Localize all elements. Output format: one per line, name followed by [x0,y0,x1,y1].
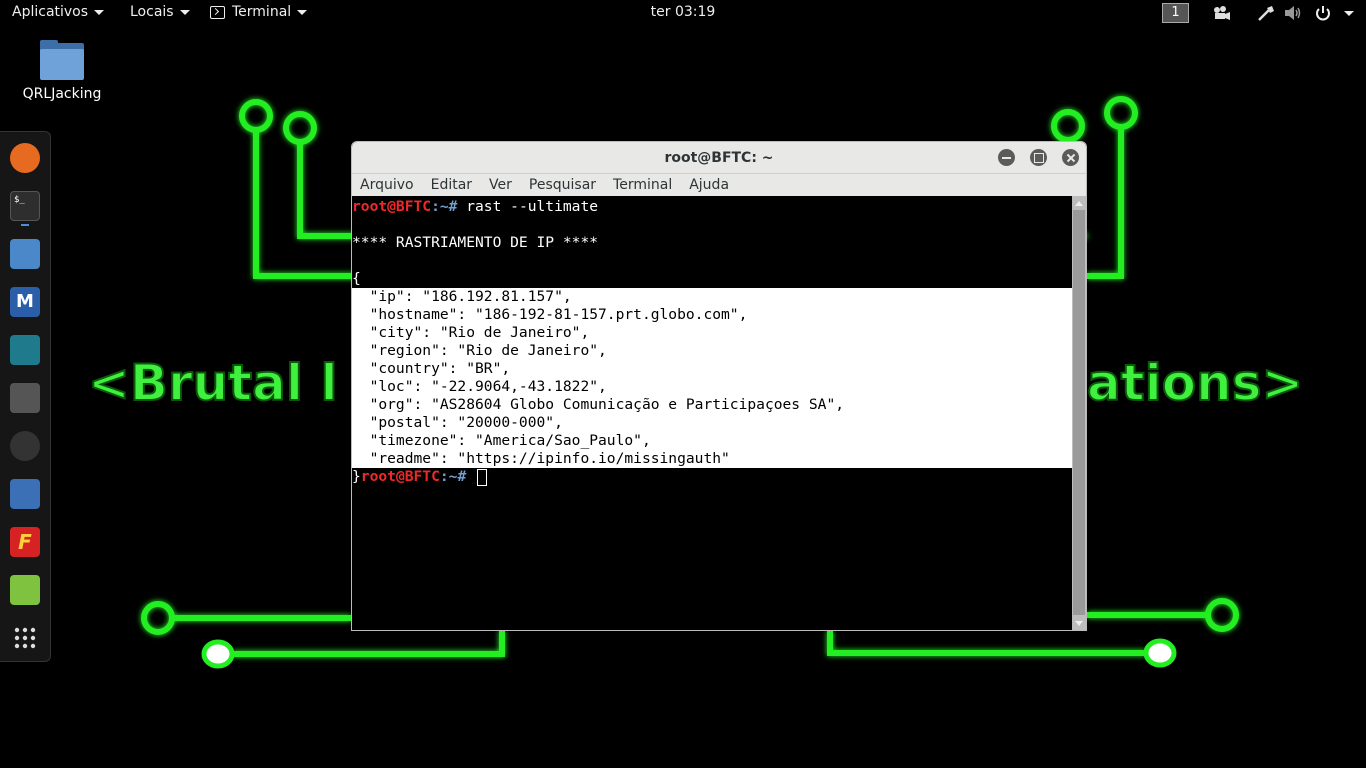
network-icon[interactable] [1257,5,1275,21]
open-brace: { [352,270,361,287]
places-menu[interactable]: Locais [130,4,190,20]
prompt-user: root@BFTC [360,468,440,485]
text-cursor [477,468,488,486]
menu-arquivo[interactable]: Arquivo [360,177,414,193]
maximize-button[interactable] [1030,149,1047,166]
minimize-button[interactable] [998,149,1015,166]
json-line-postal: "postal": "20000-000", [352,414,563,431]
json-line-timezone: "timezone": "America/Sao_Paulo", [352,432,651,449]
wallpaper-banner-left: <Brutal l [88,354,338,412]
kali-tool-icon[interactable] [10,479,40,509]
folder-icon [40,40,84,80]
maltego-icon[interactable] [10,431,40,461]
output-header: **** RASTRIAMENTO DE IP **** [352,234,599,251]
video-camera-icon[interactable] [1213,5,1231,21]
running-indicator [21,224,29,226]
json-line-hostname: "hostname": "186-192-81-157.prt.globo.co… [352,306,748,323]
places-menu-label: Locais [130,4,174,20]
workspace-indicator[interactable]: 1 [1162,3,1189,23]
chevron-down-icon [297,9,308,15]
terminal-window: root@BFTC: ~ Arquivo Editar Ver Pesquisa… [351,141,1087,631]
prompt-user: root@BFTC [352,198,432,215]
prompt-path: :~# [431,198,458,215]
clock[interactable]: ter 03:19 [651,4,716,20]
burpsuite-icon[interactable] [10,383,40,413]
json-line-readme: "readme": "https://ipinfo.io/missingauth… [352,450,730,467]
command-text: rast --ultimate [457,198,599,215]
desktop-icon-qrljacking[interactable]: QRLJacking [18,40,106,102]
active-app-menu[interactable]: Terminal [210,4,308,20]
chevron-down-icon[interactable] [1344,11,1354,16]
prompt-path: :~# [439,468,467,485]
window-title: root@BFTC: ~ [664,149,774,166]
faraday-icon[interactable]: F [10,527,40,557]
active-app-label: Terminal [232,4,292,20]
desktop-icon-label: QRLJacking [22,86,102,102]
armitage-icon[interactable] [10,335,40,365]
terminal-scrollbar[interactable] [1072,196,1086,630]
chevron-down-icon [94,9,105,15]
json-line-ip: "ip": "186.192.81.157", [352,288,572,305]
scroll-up-icon[interactable] [1075,201,1083,206]
top-panel: Aplicativos Locais Terminal ter 03:19 1 [0,0,1366,27]
menu-editar[interactable]: Editar [431,177,472,193]
json-line-country: "country": "BR", [352,360,511,377]
close-brace: } [352,468,361,485]
scrollbar-thumb[interactable] [1073,210,1085,615]
window-menubar: Arquivo Editar Ver Pesquisar Terminal Aj… [352,174,1086,196]
selected-output[interactable]: "ip": "186.192.81.157", "hostname": "186… [352,288,1072,468]
close-button[interactable] [1062,149,1079,166]
show-apps-grid-icon[interactable] [10,623,40,653]
dash-dock: $_ M F [0,131,51,662]
terminal-icon[interactable]: $_ [10,191,40,221]
chevron-down-icon [179,9,190,15]
terminal-icon [210,5,225,19]
scroll-down-icon[interactable] [1075,621,1083,626]
files-icon[interactable] [10,239,40,269]
firefox-icon[interactable] [10,143,40,173]
command-line: root@BFTC:~# rast --ultimate [352,198,1072,216]
menu-ajuda[interactable]: Ajuda [689,177,729,193]
text-editor-icon[interactable] [10,575,40,605]
power-icon[interactable] [1314,5,1332,21]
applications-menu[interactable]: Aplicativos [12,4,105,20]
menu-pesquisar[interactable]: Pesquisar [529,177,596,193]
window-titlebar[interactable]: root@BFTC: ~ [352,142,1086,174]
terminal-output[interactable]: root@BFTC:~# rast --ultimate **** RASTRI… [352,196,1072,630]
json-line-org: "org": "AS28604 Globo Comunicação e Part… [352,396,845,413]
json-line-loc: "loc": "-22.9064,-43.1822", [352,378,607,395]
final-prompt-line: }root@BFTC:~# [352,468,488,486]
menu-ver[interactable]: Ver [489,177,512,193]
volume-icon[interactable] [1284,5,1302,21]
menu-terminal[interactable]: Terminal [613,177,672,193]
applications-menu-label: Aplicativos [12,4,89,20]
metasploit-icon[interactable]: M [10,287,40,317]
json-line-region: "region": "Rio de Janeiro", [352,342,607,359]
wallpaper-banner-right: ations> [1087,354,1303,412]
json-line-city: "city": "Rio de Janeiro", [352,324,590,341]
